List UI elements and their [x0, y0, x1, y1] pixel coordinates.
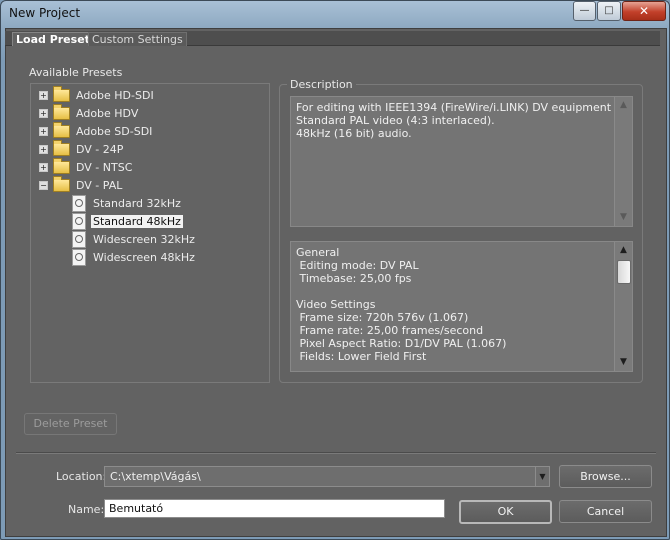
maximize-button[interactable]: □ — [597, 1, 621, 21]
tree-item-label: Adobe HDV — [76, 107, 139, 120]
expand-icon[interactable]: + — [39, 91, 48, 100]
tree-item-label: Standard 48kHz — [91, 215, 183, 228]
close-button[interactable]: ✕ — [622, 1, 666, 21]
tree-folder-row[interactable]: + Adobe HDV — [39, 104, 140, 122]
folder-icon — [53, 86, 70, 102]
cancel-button[interactable]: Cancel — [559, 500, 652, 523]
expand-icon[interactable]: + — [39, 127, 48, 136]
preset-file-icon — [72, 231, 86, 248]
expand-icon[interactable]: + — [39, 145, 48, 154]
tree-item-label: Widescreen 48kHz — [93, 251, 195, 264]
separator — [16, 452, 656, 454]
name-label: Name: — [68, 503, 105, 516]
tree-folder-row[interactable]: + Adobe SD-SDI — [39, 122, 154, 140]
tree-folder-row[interactable]: + Adobe HD-SDI — [39, 86, 156, 104]
tree-folder-row[interactable]: − DV - PAL — [39, 176, 124, 194]
tree-preset-row[interactable]: Widescreen 48kHz — [72, 249, 197, 266]
tree-item-label: Widescreen 32kHz — [93, 233, 195, 246]
tree-item-label: Standard 32kHz — [93, 197, 181, 210]
folder-icon — [53, 176, 70, 192]
minimize-button[interactable]: — — [573, 1, 596, 21]
tree-folder-row[interactable]: + DV - NTSC — [39, 158, 134, 176]
folder-icon — [53, 140, 70, 156]
name-input[interactable] — [104, 499, 445, 518]
delete-preset-button[interactable]: Delete Preset — [24, 413, 117, 435]
tree-item-label: DV - 24P — [76, 143, 124, 156]
scroll-down-icon[interactable]: ▼ — [615, 355, 632, 370]
tree-folder-row[interactable]: + DV - 24P — [39, 140, 125, 158]
tab-custom-settings[interactable]: Custom Settings — [88, 32, 187, 46]
expand-icon[interactable]: + — [39, 109, 48, 118]
location-label: Location: — [56, 470, 107, 483]
scroll-up-icon[interactable]: ▲ — [615, 98, 632, 113]
location-value: C:\xtemp\Vágás\ — [110, 470, 201, 483]
tree-item-label: DV - PAL — [76, 179, 123, 192]
description-scrollbar[interactable]: ▲ ▼ — [614, 97, 632, 226]
folder-icon — [53, 158, 70, 174]
tree-item-label: Adobe SD-SDI — [76, 125, 153, 138]
description-text-box[interactable]: For editing with IEEE1394 (FireWire/i.LI… — [290, 96, 633, 227]
tree-item-label: DV - NTSC — [76, 161, 133, 174]
preset-file-icon — [72, 195, 86, 212]
tree-item-label: Adobe HD-SDI — [76, 89, 154, 102]
tree-preset-row[interactable]: Widescreen 32kHz — [72, 231, 197, 248]
scroll-thumb[interactable] — [617, 260, 631, 284]
details-scrollbar[interactable]: ▲ ▼ — [614, 242, 632, 371]
collapse-icon[interactable]: − — [39, 181, 48, 190]
available-presets-label: Available Presets — [29, 66, 123, 79]
preset-file-icon — [72, 213, 86, 230]
tree-preset-row[interactable]: Standard 32kHz — [72, 195, 183, 212]
ok-button[interactable]: OK — [459, 500, 552, 524]
scroll-down-icon[interactable]: ▼ — [615, 210, 632, 225]
folder-icon — [53, 122, 70, 138]
expand-icon[interactable]: + — [39, 163, 48, 172]
preset-details-text: General Editing mode: DV PAL Timebase: 2… — [296, 246, 507, 363]
presets-tree[interactable]: + Adobe HD-SDI + Adobe HDV + Adobe SD-SDI + DV … — [30, 83, 270, 383]
preset-details-box[interactable]: General Editing mode: DV PAL Timebase: 2… — [290, 241, 633, 372]
tab-load-preset[interactable]: Load Preset — [12, 32, 94, 46]
browse-button[interactable]: Browse... — [559, 465, 652, 488]
description-label: Description — [287, 78, 356, 91]
tree-preset-row[interactable]: Standard 48kHz — [72, 213, 183, 230]
scroll-up-icon[interactable]: ▲ — [615, 243, 632, 258]
preset-file-icon — [72, 249, 86, 266]
chevron-down-icon[interactable]: ▼ — [535, 467, 549, 486]
description-text: For editing with IEEE1394 (FireWire/i.LI… — [296, 101, 612, 140]
folder-icon — [53, 104, 70, 120]
window-title: New Project — [9, 6, 81, 20]
location-combobox[interactable]: C:\xtemp\Vágás\ ▼ — [104, 466, 550, 487]
